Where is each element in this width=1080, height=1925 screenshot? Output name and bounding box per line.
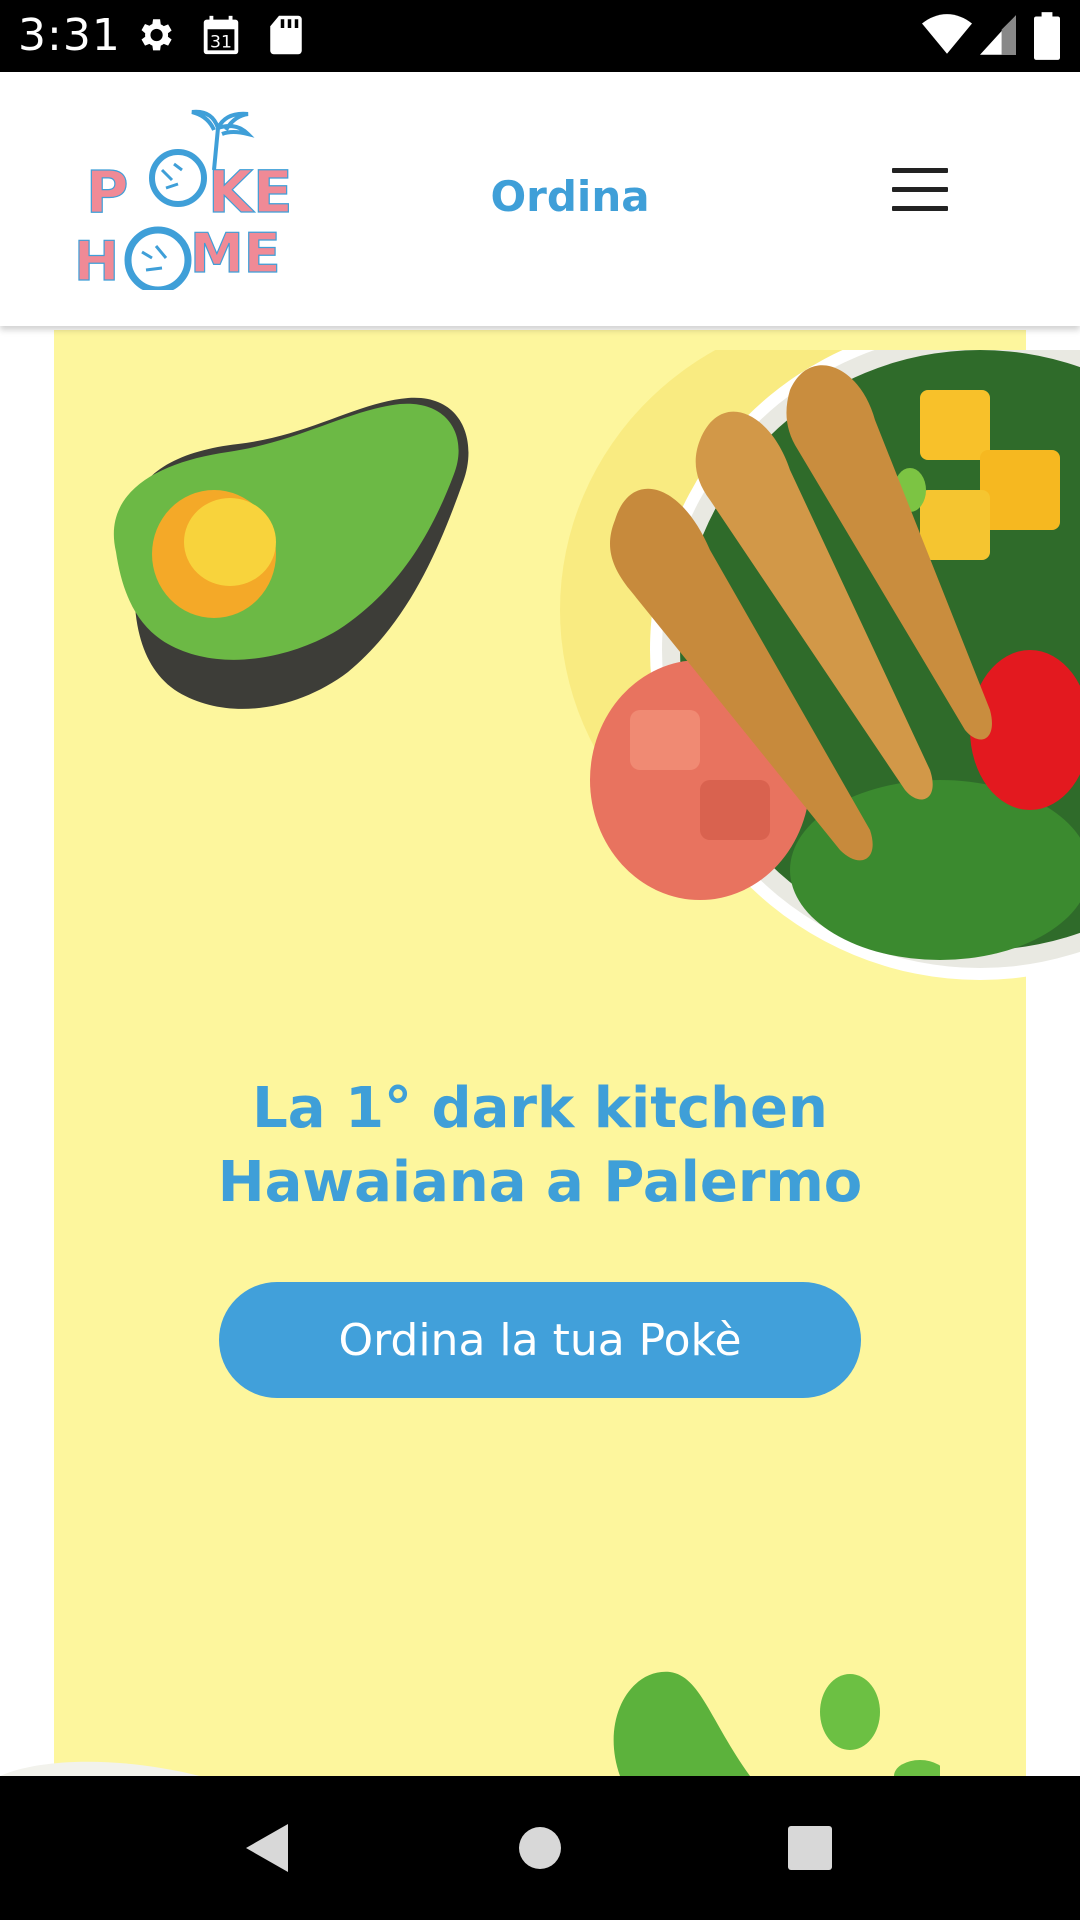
logo-me-letters: ME xyxy=(190,222,281,285)
recents-icon xyxy=(788,1826,832,1870)
gear-icon xyxy=(141,19,172,51)
poke-bowl-photo xyxy=(560,350,1080,980)
logo-ke-letters: KE xyxy=(208,158,293,226)
sd-card-icon xyxy=(270,15,302,55)
logo-p-letter: P xyxy=(86,158,129,226)
nav-home-button[interactable] xyxy=(470,1776,610,1920)
order-poke-button[interactable]: Ordina la tua Pokè xyxy=(219,1282,861,1398)
hero-title-line1: La 1° dark kitchen xyxy=(252,1076,828,1141)
hamburger-menu-icon[interactable] xyxy=(892,168,950,212)
status-bar: 3:31 31 xyxy=(0,0,1080,72)
system-navigation-bar xyxy=(0,1776,1080,1920)
nav-back-button[interactable] xyxy=(198,1776,338,1920)
battery-icon xyxy=(1034,12,1060,60)
home-icon xyxy=(519,1827,561,1869)
back-icon xyxy=(246,1824,288,1872)
nav-recents-button[interactable] xyxy=(740,1776,880,1920)
hero-title-line2: Hawaiana a Palermo xyxy=(217,1150,863,1215)
poke-home-logo[interactable]: P KE H ME xyxy=(78,100,328,290)
svg-text:31: 31 xyxy=(210,32,232,52)
avocado-illustration xyxy=(113,397,469,709)
site-header: P KE H ME Ordina xyxy=(0,72,1080,326)
hero-title: La 1° dark kitchen Hawaiana a Palermo xyxy=(54,1072,1026,1220)
signal-icon xyxy=(980,15,1016,55)
calendar-icon: 31 xyxy=(203,15,239,55)
wifi-icon xyxy=(922,14,972,54)
order-nav-link[interactable]: Ordina xyxy=(440,172,700,221)
logo-h-letter: H xyxy=(78,230,119,290)
status-time: 3:31 xyxy=(18,10,121,61)
leaf-illustration xyxy=(613,1671,940,1776)
plate-edge-illustration xyxy=(0,1761,200,1776)
